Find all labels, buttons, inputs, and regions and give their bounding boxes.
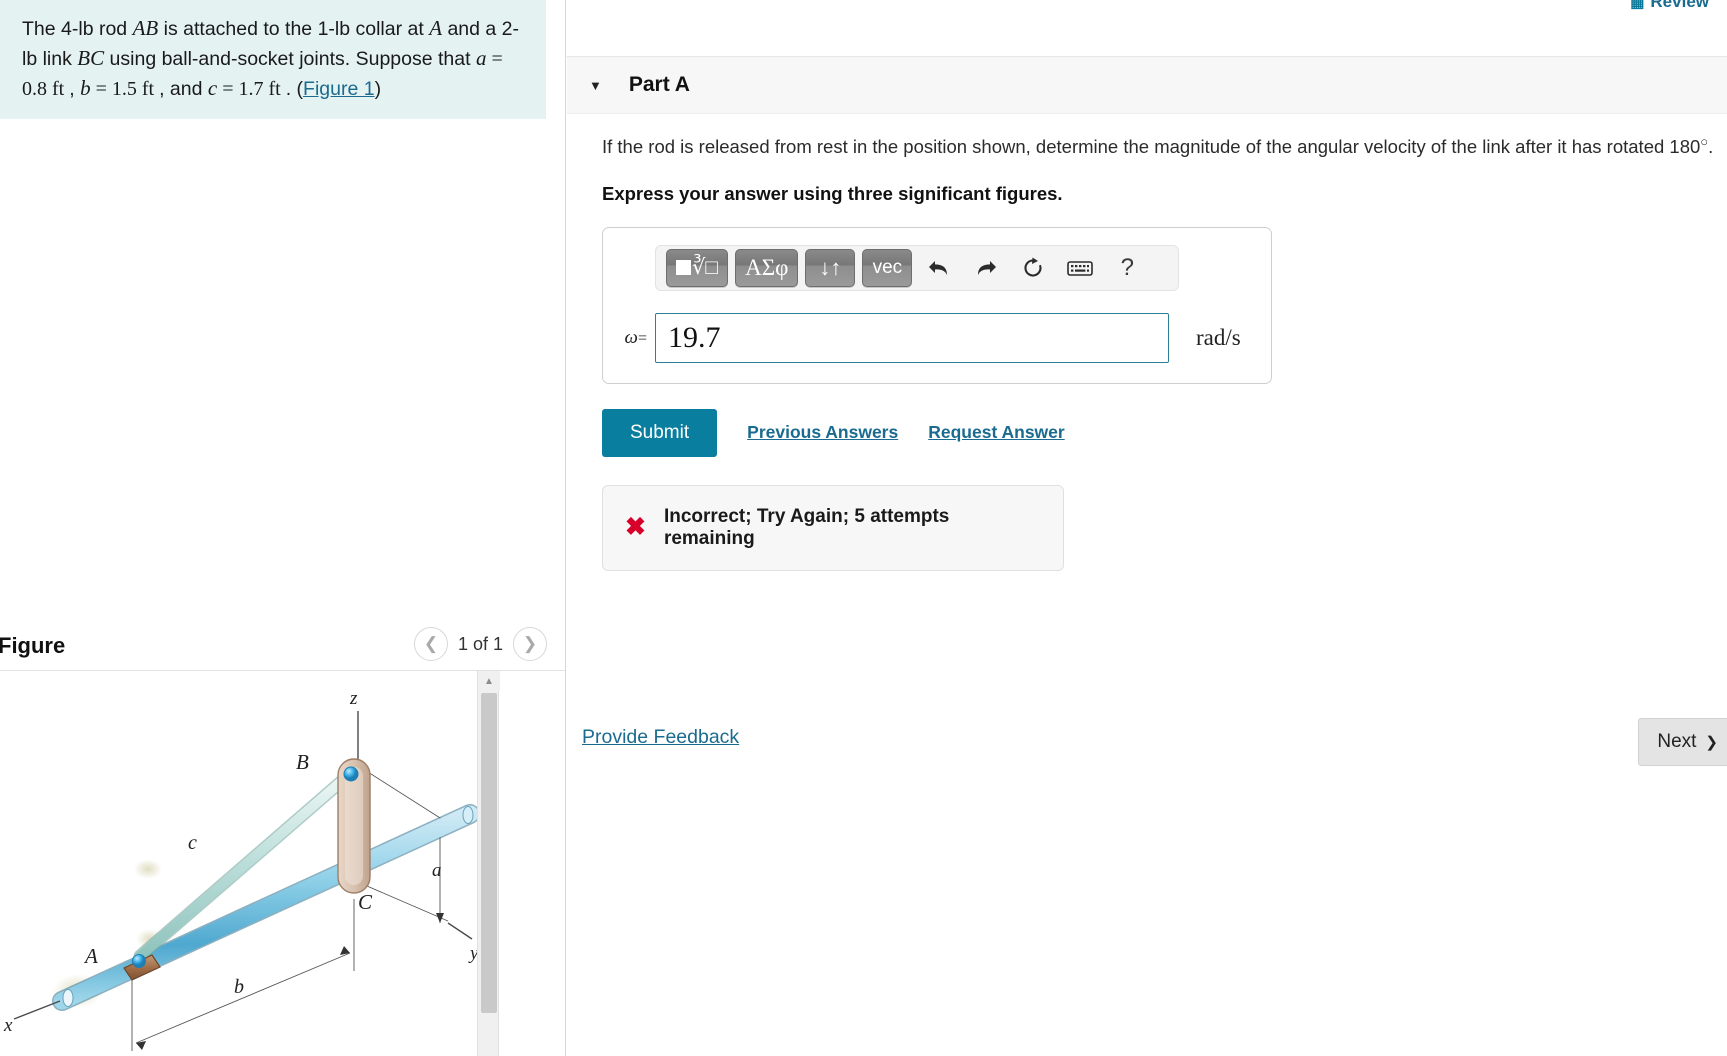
joint-a — [132, 954, 146, 968]
square-placeholder-icon — [676, 260, 691, 276]
caret-down-icon[interactable]: ▼ — [589, 78, 602, 93]
help-icon[interactable]: ? — [1107, 249, 1147, 287]
figure-header: Figure ❮ 1 of 1 ❯ — [0, 622, 565, 670]
figure-pager-label: 1 of 1 — [457, 633, 503, 654]
bar-chart-icon: ▦ — [1630, 0, 1644, 10]
scroll-up-icon[interactable]: ▲ — [478, 671, 500, 691]
up-down-arrows-icon: ↓↑ — [819, 254, 842, 280]
point-label-b: B — [296, 750, 309, 774]
chevron-right-icon: ❯ — [1705, 734, 1718, 751]
joint-b — [343, 766, 359, 782]
left-panel: The 4-lb rod AB is attached to the 1-lb … — [0, 0, 566, 1056]
request-answer-link[interactable]: Request Answer — [928, 422, 1064, 443]
variable-b: b — [80, 75, 91, 100]
variable-ab: AB — [132, 16, 159, 40]
value-b: = 1.5 ft — [90, 77, 160, 100]
figure-title: Figure — [0, 633, 66, 658]
link-bc — [133, 767, 357, 963]
dimension-label-b: b — [234, 976, 244, 998]
provide-feedback-link[interactable]: Provide Feedback — [582, 726, 739, 749]
answer-input-row: ω= rad/s — [603, 312, 1271, 363]
redo-icon[interactable] — [966, 249, 1006, 287]
statement-text-1: The 4-lb rod — [22, 18, 133, 40]
right-panel: ▦ Review ▼ Part A If the rod is released… — [567, 0, 1727, 1056]
part-a-title: Part A — [628, 73, 690, 96]
dimension-label-c: c — [188, 832, 197, 854]
statement-text-4: using ball-and-socket joints. Suppose th… — [104, 47, 476, 70]
scrollbar-thumb[interactable] — [481, 693, 497, 1013]
statement-close-paren: ) — [374, 77, 382, 100]
question-period: . — [1708, 136, 1714, 158]
statement-comma-1: , — [69, 77, 81, 100]
problem-page: The 4-lb rod AB is attached to the 1-lb … — [0, 0, 1727, 1056]
action-row: Submit Previous Answers Request Answer — [602, 408, 1727, 457]
omega-symbol: ω — [624, 326, 638, 348]
undo-icon[interactable] — [919, 249, 959, 287]
question-text: If the rod is released from rest in the … — [602, 132, 1727, 161]
figure-prev-button[interactable]: ❮ — [413, 627, 448, 661]
arrows-button[interactable]: ↓↑ — [805, 248, 856, 287]
next-label: Next — [1657, 731, 1697, 752]
variable-a-point: A — [429, 16, 443, 40]
template-math-button[interactable]: ∛□ — [666, 248, 729, 287]
figure-scrollbar[interactable]: ▲ — [477, 671, 500, 1056]
answer-symbol-label: ω= — [603, 327, 655, 349]
answer-units: rad/s — [1196, 324, 1241, 350]
next-button[interactable]: Next ❯ — [1638, 718, 1727, 766]
part-a-body: If the rod is released from rest in the … — [582, 132, 1727, 766]
part-a-header[interactable]: ▼ Part A — [567, 56, 1727, 114]
figure-link[interactable]: Figure 1 — [303, 78, 375, 100]
figure-pager: ❮ 1 of 1 ❯ — [413, 627, 547, 661]
variable-bc: BC — [77, 45, 105, 70]
review-link[interactable]: ▦ Review — [1630, 0, 1709, 10]
question-sentence: If the rod is released from rest in the … — [602, 136, 1701, 158]
feedback-banner: ✖ Incorrect; Try Again; 5 attempts remai… — [602, 484, 1064, 571]
x-mark-icon: ✖ — [625, 513, 646, 542]
keyboard-icon[interactable] — [1060, 249, 1100, 287]
figure-next-button[interactable]: ❯ — [513, 627, 547, 661]
mechanism-diagram: z a y B C A c b x — [3, 688, 480, 1051]
degree-symbol: ○ — [1700, 134, 1709, 149]
review-label: Review — [1650, 0, 1709, 10]
submit-button[interactable]: Submit — [602, 408, 718, 457]
point-label-c: C — [358, 890, 373, 914]
value-c: = 1.7 ft — [217, 77, 286, 100]
statement-text-2: is attached to the 1-lb collar at — [158, 18, 430, 40]
radical-icon: ∛□ — [692, 255, 719, 280]
dimension-label-a: a — [432, 860, 442, 881]
greek-letters-label: ΑΣφ — [745, 254, 789, 280]
statement-period: . ( — [285, 77, 304, 100]
variable-c: c — [207, 75, 218, 100]
problem-statement: The 4-lb rod AB is attached to the 1-lb … — [0, 0, 546, 120]
statement-comma-2: , and — [159, 77, 208, 100]
answer-instruction: Express your answer using three signific… — [602, 182, 1063, 204]
figure-viewport: z a y B C A c b x ▲ — [0, 671, 565, 1056]
reset-icon[interactable] — [1013, 249, 1053, 287]
previous-answers-link[interactable]: Previous Answers — [747, 422, 898, 443]
collar-a — [123, 954, 161, 981]
axis-label-z: z — [349, 688, 358, 709]
greek-symbols-button[interactable]: ΑΣφ — [735, 248, 799, 287]
equals-sign: = — [637, 329, 647, 347]
vector-label: vec — [872, 256, 903, 278]
chevron-left-icon: ❮ — [423, 634, 439, 653]
axis-label-x: x — [3, 1015, 13, 1036]
math-toolbar: ∛□ ΑΣφ ↓↑ vec ? — [655, 244, 1179, 291]
chevron-right-icon: ❯ — [522, 634, 538, 653]
answer-input[interactable] — [655, 312, 1169, 363]
rod-ab — [52, 804, 480, 1011]
point-label-a: A — [83, 944, 98, 968]
variable-a: a — [475, 45, 487, 70]
help-glyph: ? — [1120, 253, 1135, 281]
answer-entry-box: ∛□ ΑΣφ ↓↑ vec ? ω= 19.7 rad/s — [602, 226, 1272, 384]
feedback-message: Incorrect; Try Again; 5 attempts remaini… — [663, 505, 950, 549]
vector-button[interactable]: vec — [862, 248, 913, 287]
